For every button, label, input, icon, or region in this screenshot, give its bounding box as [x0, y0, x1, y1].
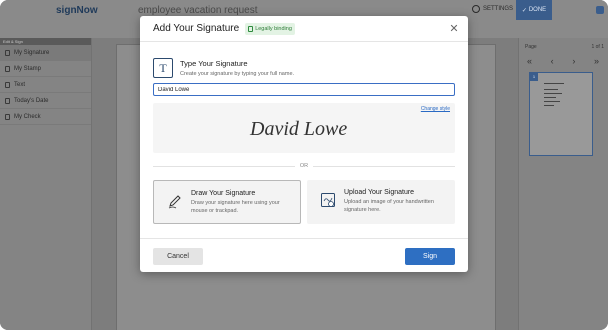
tool-label: My Stamp [14, 65, 42, 72]
page-count: 1 of 1 [591, 44, 604, 50]
change-style-link[interactable]: Change style [421, 106, 450, 112]
check-icon [5, 113, 10, 120]
upload-card-title: Upload Your Signature [344, 189, 415, 196]
brand-logo: signNow [56, 5, 98, 16]
cancel-button[interactable]: Cancel [153, 248, 203, 265]
thumbnail-line [544, 83, 564, 84]
dialog-title: Add Your Signature [153, 23, 240, 34]
next-page-icon[interactable]: › [572, 56, 575, 66]
divider-line [153, 165, 295, 167]
badge-label: Legally binding [255, 25, 292, 32]
document-title: employee vacation request [138, 5, 258, 16]
settings-label: SETTINGS [483, 6, 514, 12]
draw-card-title: Draw Your Signature [191, 190, 256, 197]
tool-label: My Signature [14, 49, 50, 56]
page-nav: « ‹ › » [527, 56, 599, 66]
thumbnail-number: 1 [530, 73, 538, 81]
left-tools-panel: Edit & Sign My Signature My Stamp Text T… [0, 38, 92, 330]
add-signature-dialog: Add Your Signature Legally binding ✕ T T… [140, 16, 468, 272]
tool-label: Today's Date [14, 97, 49, 104]
gear-icon [472, 5, 480, 13]
tool-todays-date[interactable]: Today's Date [0, 93, 91, 109]
thumbnail-line [544, 89, 558, 90]
thumbnail-line [544, 101, 560, 102]
type-signature-section: T Type Your Signature Create your signat… [153, 58, 294, 78]
type-section-subtitle: Create your signature by typing your ful… [180, 71, 295, 77]
or-text: OR [299, 163, 309, 169]
done-button[interactable]: ✓ DONE [516, 0, 552, 20]
first-page-icon[interactable]: « [527, 56, 532, 66]
done-label: DONE [528, 7, 547, 13]
text-type-icon: T [153, 58, 173, 78]
tool-text[interactable]: Text [0, 77, 91, 93]
sign-button[interactable]: Sign [405, 248, 455, 265]
left-panel-header: Edit & Sign [0, 38, 91, 45]
or-divider: OR [153, 162, 455, 170]
upload-card-subtitle: Upload an image of your handwritten sign… [344, 199, 434, 213]
page-thumbnail[interactable]: 1 [529, 72, 593, 156]
signature-preview-area: Change style David Lowe [153, 103, 455, 153]
upload-signature-card[interactable]: Upload Your Signature Upload an image of… [307, 180, 455, 224]
legally-binding-badge: Legally binding [245, 22, 295, 35]
app-window: signNow employee vacation request SETTIN… [0, 0, 608, 330]
page-navigator-panel: Page 1 of 1 « ‹ › » 1 [518, 38, 608, 330]
signature-preview: David Lowe [249, 118, 347, 140]
tool-my-check[interactable]: My Check [0, 109, 91, 125]
divider-line [313, 165, 455, 167]
text-icon [5, 81, 10, 88]
last-page-icon[interactable]: » [594, 56, 599, 66]
upload-image-icon [321, 193, 335, 207]
tool-label: Text [14, 81, 26, 88]
check-icon: ✓ [521, 7, 527, 14]
full-name-input[interactable] [153, 83, 455, 96]
draw-signature-card[interactable]: Draw Your Signature Draw your signature … [153, 180, 301, 224]
settings-button[interactable]: SETTINGS [472, 5, 513, 13]
shield-icon [248, 25, 254, 32]
calendar-icon [5, 97, 10, 104]
thumbnail-line [544, 97, 556, 98]
type-section-title: Type Your Signature [180, 59, 248, 68]
tool-my-signature[interactable]: My Signature [0, 45, 91, 61]
help-icon[interactable] [596, 6, 604, 14]
prev-page-icon[interactable]: ‹ [551, 56, 554, 66]
draw-card-subtitle: Draw your signature here using your mous… [191, 200, 280, 214]
close-icon[interactable]: ✕ [448, 23, 460, 35]
pen-icon [168, 195, 181, 209]
tool-label: My Check [14, 113, 41, 120]
stamp-icon [5, 65, 10, 72]
dialog-header: Add Your Signature Legally binding ✕ [140, 16, 468, 42]
dialog-footer: Cancel Sign [140, 238, 468, 272]
thumbnail-line [544, 93, 562, 94]
tool-my-stamp[interactable]: My Stamp [0, 61, 91, 77]
page-label: Page [525, 44, 537, 50]
thumbnail-line [544, 105, 554, 106]
signature-icon [5, 49, 10, 56]
signature-preview-text: David Lowe [249, 118, 347, 140]
